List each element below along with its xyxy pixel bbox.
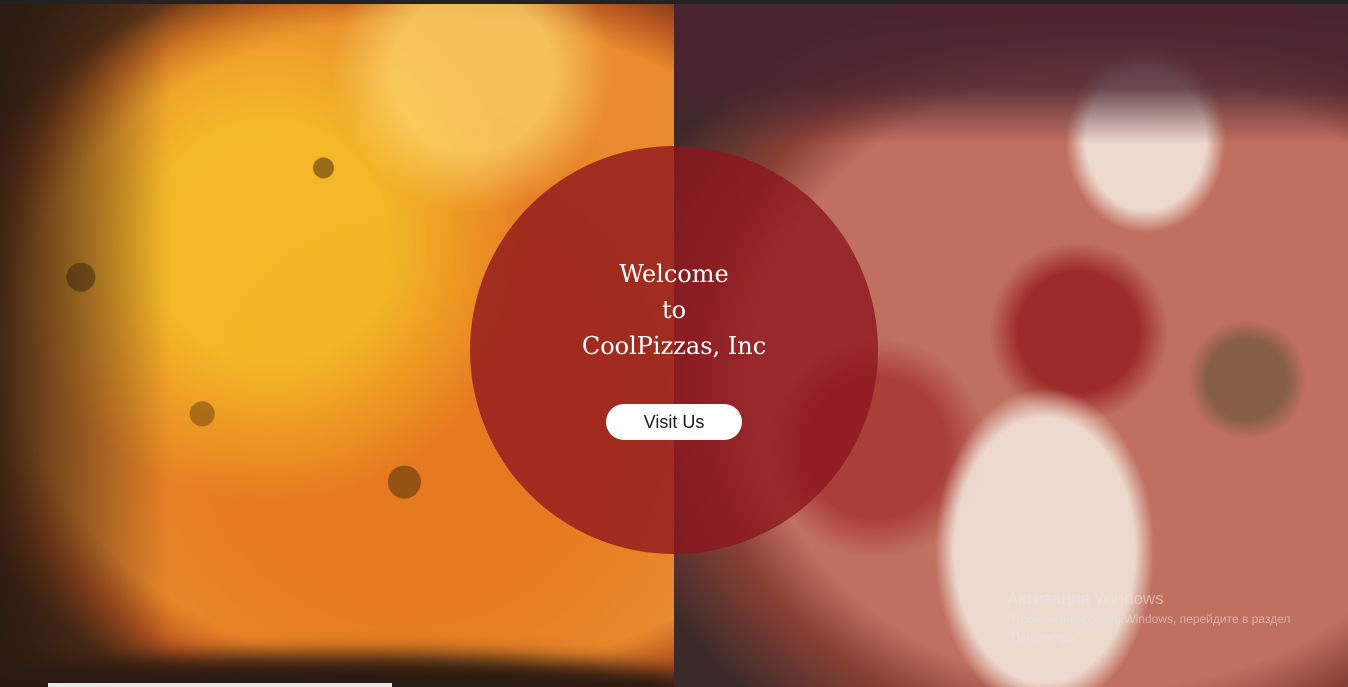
welcome-heading-line2: to xyxy=(661,296,687,324)
windows-activation-watermark: Активация Windows Чтобы активировать Win… xyxy=(1007,588,1317,646)
welcome-heading-line1: Welcome xyxy=(619,260,729,288)
visit-us-button[interactable]: Visit Us xyxy=(606,404,742,440)
bottom-scroll-indicator xyxy=(48,683,392,687)
activation-title: Активация Windows xyxy=(1007,589,1164,608)
company-name: CoolPizzas, Inc xyxy=(581,332,767,360)
activation-text: Чтобы активировать Windows, перейдите в … xyxy=(1007,612,1291,644)
